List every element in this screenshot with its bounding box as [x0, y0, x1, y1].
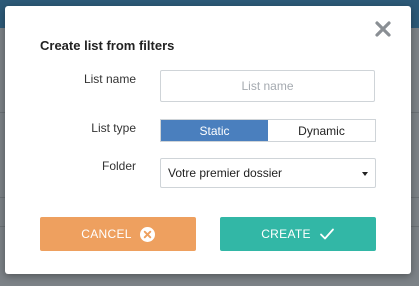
checkmark-icon — [319, 227, 335, 241]
list-name-label: List name — [83, 72, 136, 86]
folder-select[interactable]: Votre premier dossier — [160, 158, 376, 188]
dialog-title: Create list from filters — [40, 38, 175, 53]
list-type-dynamic-option[interactable]: Dynamic — [268, 120, 375, 141]
create-button[interactable]: CREATE — [220, 217, 376, 251]
caret-down-icon — [362, 172, 368, 176]
create-list-dialog: Create list from filters List name List … — [5, 6, 411, 274]
close-icon — [375, 21, 391, 37]
list-name-input[interactable] — [160, 70, 375, 102]
cancel-button[interactable]: CANCEL — [40, 217, 196, 251]
cancel-button-label: CANCEL — [81, 227, 132, 241]
folder-selected-value: Votre premier dossier — [168, 166, 283, 180]
create-button-label: CREATE — [261, 227, 311, 241]
list-type-toggle: Static Dynamic — [160, 119, 376, 142]
close-button[interactable] — [374, 20, 392, 38]
circle-x-icon — [139, 226, 155, 242]
list-type-label: List type — [91, 121, 136, 135]
folder-label: Folder — [101, 159, 136, 173]
list-type-static-option[interactable]: Static — [161, 120, 268, 141]
